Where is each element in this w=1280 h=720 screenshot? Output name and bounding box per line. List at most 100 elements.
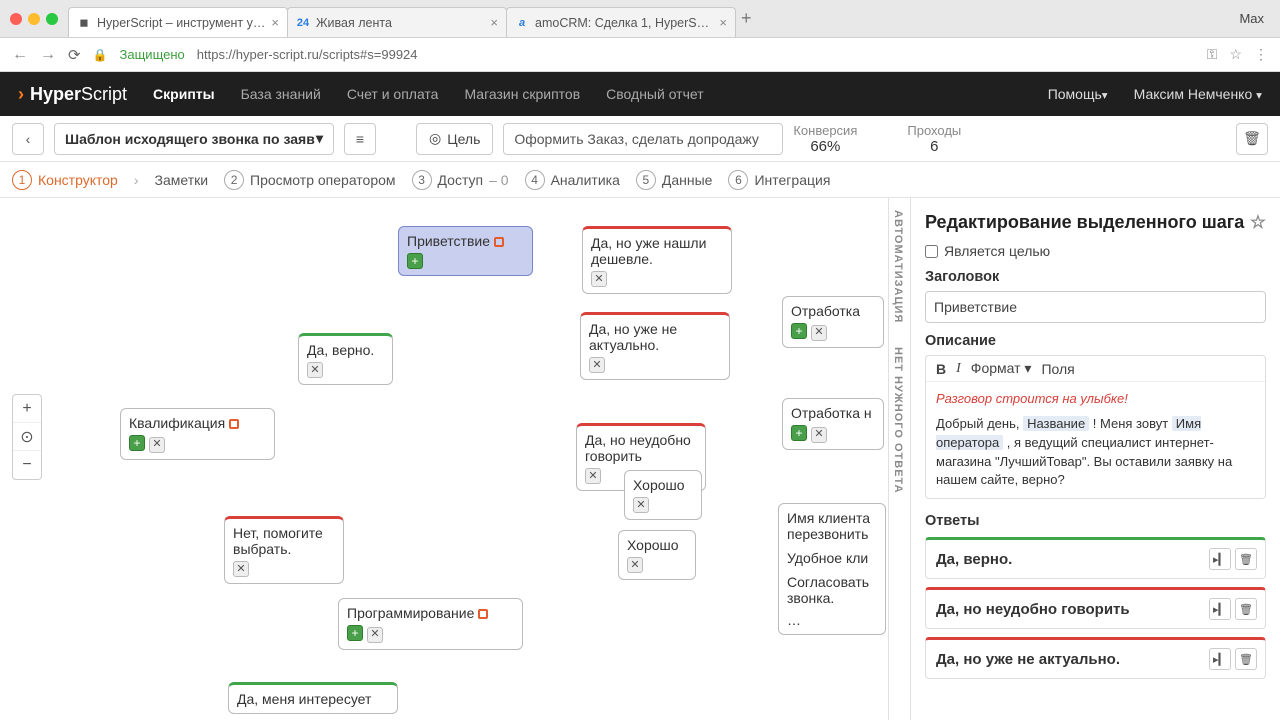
browser-tab[interactable]: 24Живая лента×	[287, 7, 507, 37]
nav-report[interactable]: Сводный отчет	[606, 86, 703, 102]
node-label: Отработка н	[791, 405, 872, 421]
goal-button[interactable]: ◎Цель	[416, 123, 493, 155]
add-icon[interactable]: +	[791, 425, 807, 441]
remove-icon[interactable]: ✕	[633, 497, 649, 513]
end-mark-icon	[494, 237, 504, 247]
node-cheaper[interactable]: Да, но уже нашли дешевле. ✕	[582, 226, 732, 294]
answer-row[interactable]: Да, верно.▸▎🗑	[925, 537, 1266, 579]
node-ok1[interactable]: Хорошо ✕	[624, 470, 702, 520]
tab-analytics[interactable]: 4Аналитика	[525, 170, 620, 190]
remove-icon[interactable]: ✕	[627, 557, 643, 573]
hamburger-button[interactable]: ≡	[344, 123, 376, 155]
remove-icon[interactable]: ✕	[149, 437, 165, 453]
browser-profile[interactable]: Max	[1239, 11, 1272, 26]
logo[interactable]: ›HyperScript	[18, 84, 127, 105]
rich-text-editor[interactable]: B I Формат ▾ Поля Разговор строится на у…	[925, 355, 1266, 499]
zoom-in-icon[interactable]: +	[13, 395, 41, 423]
template-select[interactable]: Шаблон исходящего звонка по заяв▾	[54, 123, 334, 155]
back-icon[interactable]: ←	[12, 46, 28, 64]
bookmark-icon[interactable]: ☆	[1229, 46, 1242, 63]
remove-icon[interactable]: ✕	[367, 627, 383, 643]
zoom-out-icon[interactable]: −	[13, 451, 41, 479]
trash-icon[interactable]: 🗑	[1235, 598, 1257, 620]
rtb-content[interactable]: Разговор строится на улыбке! Добрый день…	[926, 382, 1265, 498]
canvas[interactable]: + ⊙ − Приветствие + Да, но уже нашли деш…	[0, 198, 1280, 720]
node-programming[interactable]: Программирование +✕	[338, 598, 523, 650]
add-icon[interactable]: +	[129, 435, 145, 451]
toolbar: ‹ Шаблон исходящего звонка по заяв▾ ≡ ◎Ц…	[0, 116, 1280, 162]
tab-notes[interactable]: Заметки	[155, 172, 209, 188]
trash-icon[interactable]: 🗑	[1235, 648, 1257, 670]
node-yes-correct[interactable]: Да, верно. ✕	[298, 333, 393, 385]
back-button[interactable]: ‹	[12, 123, 44, 155]
tab-access[interactable]: 3Доступ – 0	[412, 170, 509, 190]
delete-button[interactable]: 🗑	[1236, 123, 1268, 155]
vtab-no-answer[interactable]: НЕТ НУЖНОГО ОТВЕТА	[889, 335, 907, 506]
tab-constructor[interactable]: 1Конструктор	[12, 170, 118, 190]
remove-icon[interactable]: ✕	[811, 325, 827, 341]
window-controls[interactable]	[10, 13, 58, 25]
reload-icon[interactable]: ⟳	[68, 46, 81, 64]
node-label: Да, но неудобно говорить	[585, 432, 691, 464]
bold-button[interactable]: B	[936, 361, 946, 377]
heading-input[interactable]	[925, 291, 1266, 323]
nav-kb[interactable]: База знаний	[241, 86, 321, 102]
add-icon[interactable]: +	[407, 253, 423, 269]
tab-integration[interactable]: 6Интеграция	[728, 170, 830, 190]
browser-tab[interactable]: ◼HyperScript – инструмент у…×	[68, 7, 288, 37]
target-icon: ◎	[429, 130, 441, 147]
new-tab-button[interactable]: +	[741, 8, 752, 29]
browser-tab[interactable]: aamoCRM: Сделка 1, HyperSc…×	[506, 7, 736, 37]
user-menu[interactable]: Максим Немченко ▾	[1134, 86, 1262, 102]
merge-tag[interactable]: Название	[1023, 416, 1089, 431]
answer-row[interactable]: Да, но неудобно говорить▸▎🗑	[925, 587, 1266, 629]
format-menu[interactable]: Формат ▾	[971, 360, 1032, 377]
tab-preview[interactable]: 2Просмотр оператором	[224, 170, 395, 190]
forward-icon[interactable]: →	[40, 46, 56, 64]
nav-store[interactable]: Магазин скриптов	[464, 86, 580, 102]
help-menu[interactable]: Помощь▾	[1048, 86, 1108, 102]
node-help-choose[interactable]: Нет, помогите выбрать. ✕	[224, 516, 344, 584]
nav-billing[interactable]: Счет и оплата	[347, 86, 439, 102]
move-icon[interactable]: ▸▎	[1209, 548, 1231, 570]
star-icon[interactable]: ☆	[1250, 212, 1266, 233]
zoom-controls[interactable]: + ⊙ −	[12, 394, 42, 480]
node-clip[interactable]: Имя клиента перезвонить Удобное кли Согл…	[778, 503, 886, 635]
remove-icon[interactable]: ✕	[307, 362, 323, 378]
italic-button[interactable]: I	[956, 361, 961, 377]
node-qualification[interactable]: Квалификация +✕	[120, 408, 275, 460]
vertical-tabs[interactable]: АВТОМАТИЗАЦИЯ НЕТ НУЖНОГО ОТВЕТА	[888, 198, 910, 720]
menu-icon[interactable]: ⋮	[1254, 46, 1268, 63]
remove-icon[interactable]: ✕	[589, 357, 605, 373]
move-icon[interactable]: ▸▎	[1209, 648, 1231, 670]
node-interested[interactable]: Да, меня интересует	[228, 682, 398, 714]
vtab-automation[interactable]: АВТОМАТИЗАЦИЯ	[889, 198, 907, 335]
node-not-relevant[interactable]: Да, но уже не актуально. ✕	[580, 312, 730, 380]
trash-icon[interactable]: 🗑	[1235, 548, 1257, 570]
close-icon[interactable]: ×	[719, 15, 727, 30]
move-icon[interactable]: ▸▎	[1209, 598, 1231, 620]
node-greeting[interactable]: Приветствие +	[398, 226, 533, 276]
tab-data[interactable]: 5Данные	[636, 170, 713, 190]
remove-icon[interactable]: ✕	[585, 468, 601, 484]
node-label: Удобное кли	[787, 550, 877, 566]
remove-icon[interactable]: ✕	[233, 561, 249, 577]
fields-menu[interactable]: Поля	[1041, 361, 1074, 377]
nav-scripts[interactable]: Скрипты	[153, 86, 215, 102]
node-rebuttal2[interactable]: Отработка н +✕	[782, 398, 884, 450]
answer-row[interactable]: Да, но уже не актуально.▸▎🗑	[925, 637, 1266, 679]
zoom-reset-icon[interactable]: ⊙	[13, 423, 41, 451]
node-rebuttal[interactable]: Отработка +✕	[782, 296, 884, 348]
remove-icon[interactable]: ✕	[811, 427, 827, 443]
url-text[interactable]: https://hyper-script.ru/scripts#s=99924	[197, 47, 1195, 62]
node-ok2[interactable]: Хорошо ✕	[618, 530, 696, 580]
is-goal-checkbox[interactable]: Является целью	[925, 243, 1266, 259]
goal-input[interactable]: Оформить Заказ, сделать допродажу	[503, 123, 783, 155]
remove-icon[interactable]: ✕	[591, 271, 607, 287]
key-icon[interactable]: ⚿	[1207, 46, 1218, 63]
close-icon[interactable]: ×	[490, 15, 498, 30]
close-icon[interactable]: ×	[271, 15, 279, 30]
add-icon[interactable]: +	[791, 323, 807, 339]
add-icon[interactable]: +	[347, 625, 363, 641]
answer-text: Да, верно.	[936, 551, 1209, 568]
